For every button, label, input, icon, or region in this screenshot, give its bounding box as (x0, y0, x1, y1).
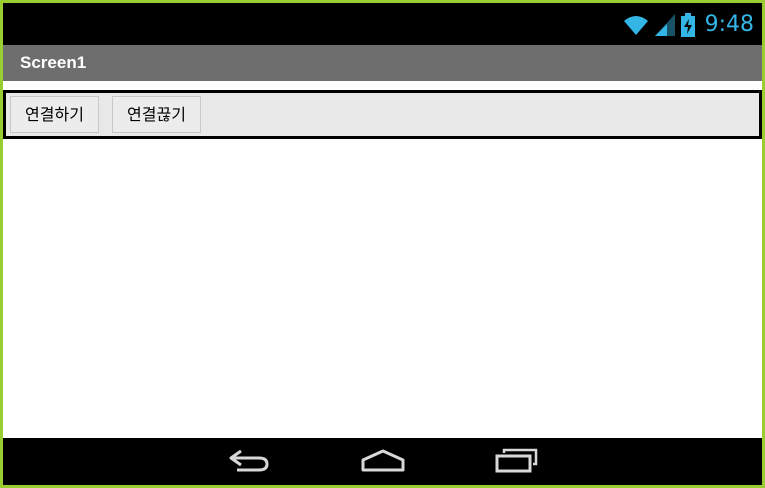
device-frame: 9:48 Screen1 연결하기 연결끊기 (0, 0, 765, 488)
screen-title: Screen1 (20, 53, 87, 72)
recents-icon (494, 448, 540, 478)
title-bar: Screen1 (3, 45, 762, 81)
status-time: 9:48 (704, 12, 754, 37)
nav-bar (3, 438, 762, 485)
content-area (3, 139, 762, 438)
back-button[interactable] (219, 446, 279, 480)
battery-charging-icon (680, 13, 695, 37)
signal-icon (654, 14, 675, 36)
back-icon (227, 448, 271, 478)
status-bar: 9:48 (3, 3, 762, 45)
button-row: 연결하기 연결끊기 (3, 90, 762, 139)
wifi-icon (623, 14, 649, 36)
recents-button[interactable] (487, 446, 547, 480)
home-button[interactable] (353, 446, 413, 480)
home-icon (359, 448, 407, 478)
status-icons: 9:48 (623, 11, 754, 39)
connect-button[interactable]: 연결하기 (10, 96, 99, 133)
disconnect-button[interactable]: 연결끊기 (112, 96, 201, 133)
